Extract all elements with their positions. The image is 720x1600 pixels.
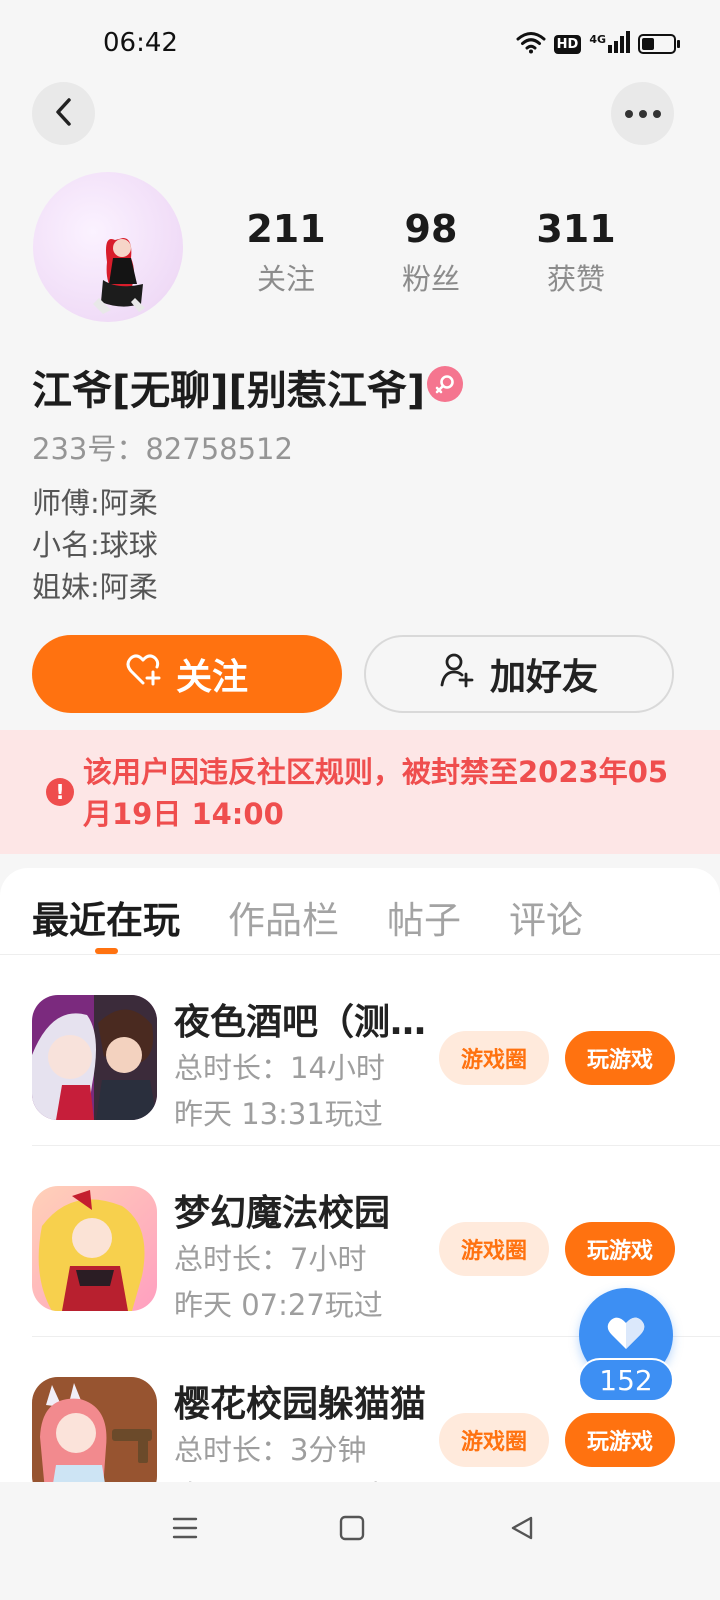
status-icons: HD 4G <box>516 30 680 58</box>
stat-likes[interactable]: 311 获赞 <box>506 204 646 298</box>
wifi-icon <box>516 30 546 58</box>
exclamation-icon: ! <box>46 778 74 806</box>
add-friend-button-label: 加好友 <box>489 657 598 698</box>
stat-following-label: 关注 <box>256 262 315 296</box>
play-game-button[interactable]: 玩游戏 <box>565 1222 675 1276</box>
female-icon <box>427 366 463 402</box>
stat-fans[interactable]: 98 粉丝 <box>361 204 501 298</box>
more-dots-icon <box>624 104 662 123</box>
status-bar: 06:42 HD 4G <box>0 0 720 88</box>
game-last-played: 昨天 13:31玩过 <box>174 1097 383 1131</box>
game-circle-button[interactable]: 游戏圈 <box>439 1413 549 1467</box>
follow-button[interactable]: 关注 <box>32 635 342 713</box>
stat-following-value: 211 <box>246 207 326 251</box>
chevron-left-icon <box>53 97 75 131</box>
game-row[interactable]: 夜色酒吧（测试版） 总时长：14小时 昨天 13:31玩过 游戏圈 玩游戏 <box>0 955 720 1146</box>
like-count: 152 <box>578 1358 674 1402</box>
game-last-played: 昨天 07:27玩过 <box>174 1288 383 1322</box>
stat-fans-value: 98 <box>404 207 458 251</box>
user-plus-icon <box>440 652 474 697</box>
heart-plus-icon <box>126 653 162 696</box>
stat-following[interactable]: 211 关注 <box>216 204 356 298</box>
network-type-label: 4G <box>589 32 606 46</box>
profile-nickname: 江爷[无聊][别惹江爷] <box>32 368 426 414</box>
menu-icon[interactable] <box>155 1508 215 1548</box>
follow-button-label: 关注 <box>175 657 248 698</box>
stat-likes-label: 获赞 <box>546 262 605 296</box>
battery-icon <box>638 34 680 54</box>
game-circle-button[interactable]: 游戏圈 <box>439 1031 549 1085</box>
heart-icon <box>606 1315 646 1355</box>
game-icon <box>32 1377 157 1482</box>
bio-line: 小名:球球 <box>32 528 158 562</box>
tab-works[interactable]: 作品栏 <box>228 890 339 944</box>
home-square-icon[interactable] <box>322 1508 382 1548</box>
user-id: 233号：82758512 <box>32 432 293 466</box>
game-duration: 总时长：14小时 <box>174 1051 385 1085</box>
stat-likes-value: 311 <box>536 207 616 251</box>
tab-posts[interactable]: 帖子 <box>387 890 461 944</box>
game-circle-button[interactable]: 游戏圈 <box>439 1222 549 1276</box>
avatar[interactable] <box>33 172 183 322</box>
game-last-played: 昨天 07:20玩过 <box>174 1473 383 1482</box>
game-icon <box>32 1186 157 1311</box>
hd-badge: HD <box>553 34 582 54</box>
game-duration: 总时长：7小时 <box>174 1242 367 1276</box>
game-title: 夜色酒吧（测试版） <box>174 1002 436 1043</box>
stat-fans-label: 粉丝 <box>401 262 460 296</box>
play-game-button[interactable]: 玩游戏 <box>565 1413 675 1467</box>
system-nav-bar <box>0 1482 720 1600</box>
tab-recently-played[interactable]: 最近在玩 <box>32 890 180 944</box>
status-time: 06:42 <box>103 28 178 58</box>
more-button[interactable] <box>611 82 674 145</box>
bio-line: 师傅:阿柔 <box>32 486 158 520</box>
back-triangle-icon[interactable] <box>492 1508 552 1548</box>
back-button[interactable] <box>32 82 95 145</box>
battery-level-fill <box>642 38 654 50</box>
game-icon <box>32 995 157 1120</box>
signal-4g-icon <box>608 31 630 57</box>
tab-comments[interactable]: 评论 <box>509 890 583 944</box>
game-list: 夜色酒吧（测试版） 总时长：14小时 昨天 13:31玩过 游戏圈 玩游戏 梦幻… <box>0 955 720 1482</box>
game-title: 樱花校园躲猫猫 <box>174 1384 427 1425</box>
ban-notice-text: 该用户因违反社区规则，被封禁至2023年05月19日 14:00 <box>83 755 669 831</box>
game-duration: 总时长：3分钟 <box>174 1433 367 1467</box>
add-friend-button[interactable]: 加好友 <box>364 635 674 713</box>
play-game-button[interactable]: 玩游戏 <box>565 1031 675 1085</box>
game-title: 梦幻魔法校园 <box>174 1193 391 1234</box>
bio-line: 姐妹:阿柔 <box>32 570 158 604</box>
